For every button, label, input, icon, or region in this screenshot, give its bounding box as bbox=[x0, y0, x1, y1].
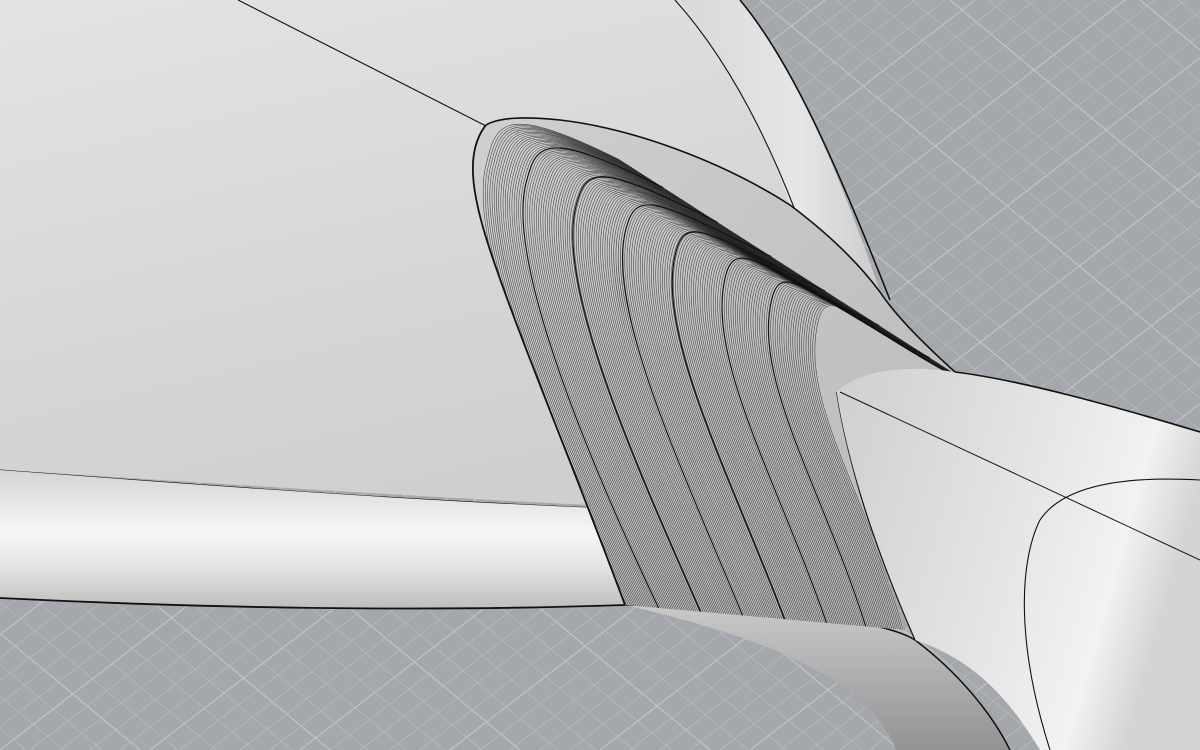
3d-viewport[interactable] bbox=[0, 0, 1200, 750]
viewport-canvas[interactable] bbox=[0, 0, 1200, 750]
